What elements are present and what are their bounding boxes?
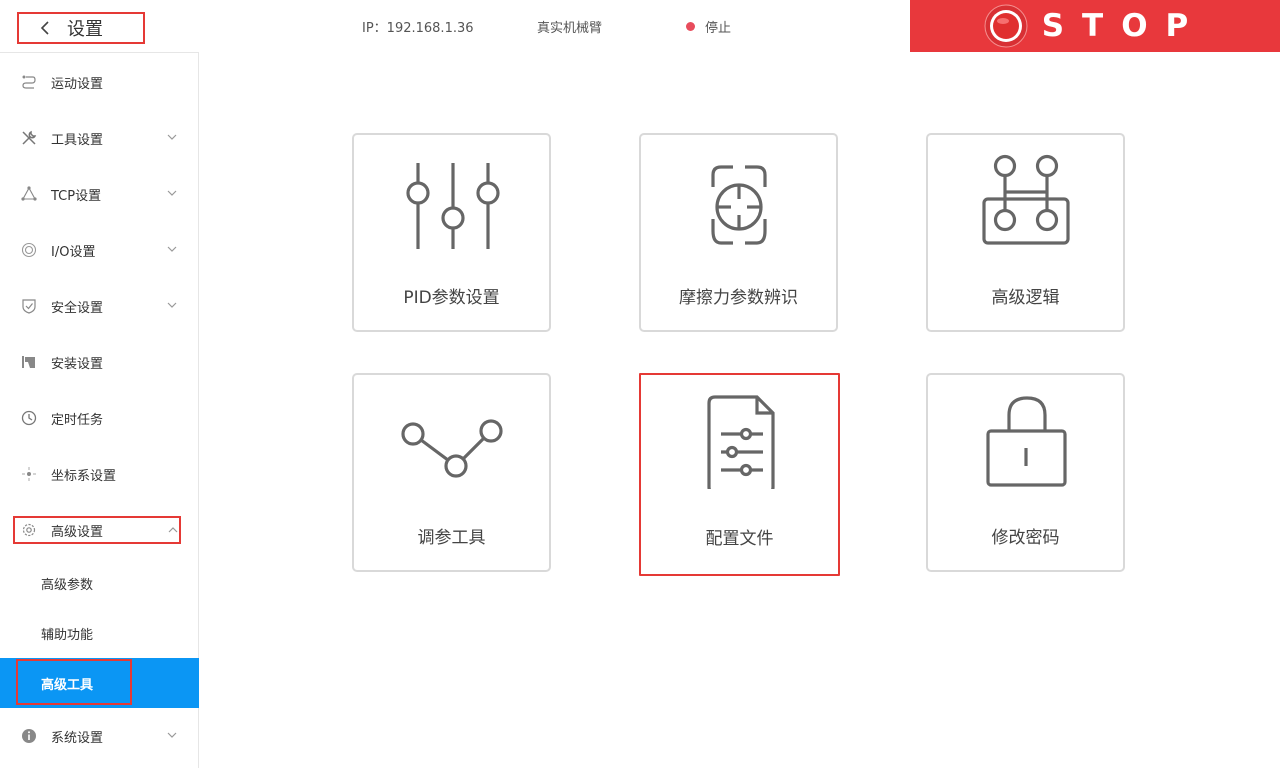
sidebar-item-io[interactable]: I/O设置 <box>0 230 199 270</box>
lock-icon <box>986 396 1067 487</box>
sidebar-item-label: I/O设置 <box>51 244 96 260</box>
chevron-down-icon <box>167 732 177 738</box>
gear-icon <box>22 523 36 537</box>
emergency-stop-button[interactable]: STOP <box>910 0 1280 52</box>
sidebar-item-label: 工具设置 <box>51 132 104 148</box>
stop-circle-icon <box>984 4 1028 48</box>
chevron-up-icon <box>168 527 178 533</box>
sidebar-subitem-label: 高级参数 <box>41 577 94 593</box>
shield-check-icon <box>22 299 36 314</box>
sidebar-item-motion[interactable]: 运动设置 <box>0 62 199 102</box>
top-bar: 设置 IP：192.168.1.36 真实机械臂 停止 STOP <box>0 0 1280 52</box>
sidebar-item-label: 坐标系设置 <box>51 468 117 484</box>
sidebar-item-label: TCP设置 <box>51 188 102 204</box>
info-icon <box>22 729 36 743</box>
sidebar-item-tcp[interactable]: TCP设置 <box>0 174 199 214</box>
sidebar-subitem-assist[interactable]: 辅助功能 <box>0 613 199 653</box>
robot-state: 停止 <box>686 17 731 36</box>
back-button[interactable]: 设置 <box>17 12 145 44</box>
card-pid-settings[interactable]: PID参数设置 <box>352 133 551 332</box>
sidebar-item-label: 安装设置 <box>51 356 104 372</box>
coordinate-icon <box>22 467 36 481</box>
sidebar-item-system[interactable]: 系统设置 <box>0 716 199 756</box>
card-friction-identification[interactable]: 摩擦力参数辨识 <box>639 133 838 332</box>
chevron-down-icon <box>167 246 177 252</box>
clock-icon <box>21 410 37 426</box>
logic-board-icon <box>982 154 1070 245</box>
config-file-icon <box>707 395 775 489</box>
sidebar-subitem-advanced-tools[interactable]: 高级工具 <box>0 658 199 708</box>
sliders-icon <box>406 163 500 249</box>
sidebar-item-label: 定时任务 <box>51 412 104 428</box>
chevron-down-icon <box>167 302 177 308</box>
sidebar-item-label: 运动设置 <box>51 76 104 92</box>
sidebar-subitem-label: 辅助功能 <box>41 627 94 643</box>
sidebar-item-label: 系统设置 <box>51 730 104 746</box>
card-label: PID参数设置 <box>403 288 500 308</box>
page-title: 设置 <box>67 19 103 40</box>
robot-state-label: 停止 <box>705 21 732 36</box>
sidebar-item-install[interactable]: 安装设置 <box>0 342 199 382</box>
robot-mode: 真实机械臂 <box>537 21 603 36</box>
sidebar-subitem-label: 高级工具 <box>41 677 94 693</box>
sidebar-item-tools[interactable]: 工具设置 <box>0 118 199 158</box>
sidebar-item-label: 高级设置 <box>51 524 104 540</box>
chevron-down-icon <box>167 190 177 196</box>
triangle-nodes-icon <box>21 186 37 201</box>
card-label: 高级逻辑 <box>991 288 1060 308</box>
card-label: 修改密码 <box>991 528 1060 548</box>
card-advanced-logic[interactable]: 高级逻辑 <box>926 133 1125 332</box>
sidebar-item-label: 安全设置 <box>51 300 104 316</box>
card-change-password[interactable]: 修改密码 <box>926 373 1125 572</box>
card-tuning-tool[interactable]: 调参工具 <box>352 373 551 572</box>
install-icon <box>22 356 35 368</box>
status-dot <box>686 22 695 31</box>
card-config-file[interactable]: 配置文件 <box>639 373 840 576</box>
chevron-down-icon <box>167 134 177 140</box>
sidebar-item-coordinate[interactable]: 坐标系设置 <box>0 454 199 494</box>
sidebar-item-timer[interactable]: 定时任务 <box>0 398 199 438</box>
stop-label: STOP <box>1041 8 1207 44</box>
chevron-left-icon <box>40 21 49 35</box>
sidebar-item-advanced[interactable]: 高级设置 <box>13 516 181 544</box>
io-icon <box>21 242 37 258</box>
card-label: 配置文件 <box>705 529 774 549</box>
sidebar-item-safety[interactable]: 安全设置 <box>0 286 199 326</box>
target-scan-icon <box>711 165 767 245</box>
card-label: 调参工具 <box>417 528 486 548</box>
sidebar-subitem-advanced-params[interactable]: 高级参数 <box>0 563 199 603</box>
tuning-curve-icon <box>401 419 503 478</box>
motion-icon <box>22 75 36 89</box>
card-label: 摩擦力参数辨识 <box>679 288 798 308</box>
tools-icon <box>22 130 37 145</box>
settings-sidebar: 运动设置 工具设置 TCP设置 I/O设置 安全设置 安装设置 定时任务 坐标系… <box>0 52 199 768</box>
ip-address: IP：192.168.1.36 <box>362 21 474 36</box>
